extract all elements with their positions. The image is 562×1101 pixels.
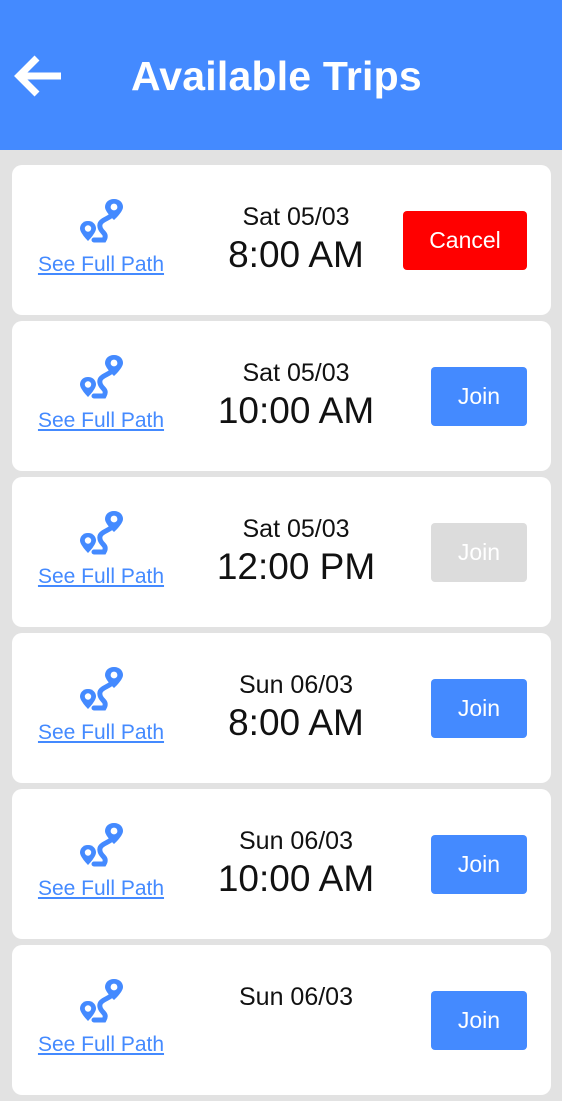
trip-date: Sun 06/03 bbox=[239, 827, 353, 855]
trip-card: See Full Path Sat 05/03 8:00 AM Cancel bbox=[12, 165, 551, 315]
path-block: See Full Path bbox=[12, 165, 190, 315]
trip-card: See Full Path Sun 06/03 10:00 AM Join bbox=[12, 789, 551, 939]
join-button[interactable]: Join bbox=[431, 835, 527, 894]
trip-date: Sun 06/03 bbox=[239, 983, 353, 1011]
trip-date: Sat 05/03 bbox=[242, 515, 350, 543]
trip-time-block: Sun 06/03 10:00 AM bbox=[190, 825, 402, 901]
page-title: Available Trips bbox=[131, 53, 422, 99]
trip-date: Sat 05/03 bbox=[242, 203, 350, 231]
trip-time-block: Sat 05/03 8:00 AM bbox=[190, 201, 402, 277]
trip-time: 8:00 AM bbox=[228, 234, 364, 275]
trip-card: See Full Path Sun 06/03 8:00 AM Join bbox=[12, 633, 551, 783]
route-icon[interactable] bbox=[78, 509, 126, 557]
back-button[interactable] bbox=[8, 48, 68, 104]
see-full-path-link[interactable]: See Full Path bbox=[12, 409, 190, 433]
join-button-disabled: Join bbox=[431, 523, 527, 582]
path-block: See Full Path bbox=[12, 633, 190, 783]
see-full-path-link[interactable]: See Full Path bbox=[12, 877, 190, 901]
route-icon[interactable] bbox=[78, 821, 126, 869]
route-icon[interactable] bbox=[78, 197, 126, 245]
trip-time: 10:00 AM bbox=[217, 390, 375, 431]
path-block: See Full Path bbox=[12, 477, 190, 627]
path-block: See Full Path bbox=[12, 789, 190, 939]
path-block: See Full Path bbox=[12, 321, 190, 471]
trip-card: See Full Path Sat 05/03 12:00 PM Join bbox=[12, 477, 551, 627]
see-full-path-link[interactable]: See Full Path bbox=[12, 1033, 190, 1057]
trip-card: See Full Path Sat 05/03 10:00 AM Join bbox=[12, 321, 551, 471]
trip-time-block: Sat 05/03 12:00 PM bbox=[190, 513, 402, 589]
see-full-path-link[interactable]: See Full Path bbox=[12, 721, 190, 745]
route-icon[interactable] bbox=[78, 353, 126, 401]
trip-date: Sat 05/03 bbox=[242, 359, 350, 387]
cancel-button[interactable]: Cancel bbox=[403, 211, 527, 270]
route-icon[interactable] bbox=[78, 977, 126, 1025]
trip-list: See Full Path Sat 05/03 8:00 AM Cancel S… bbox=[12, 165, 551, 1101]
trip-time-block: Sun 06/03 bbox=[190, 981, 402, 1013]
app-bar: Available Trips bbox=[0, 0, 562, 150]
trip-time-block: Sat 05/03 10:00 AM bbox=[190, 357, 402, 433]
join-button[interactable]: Join bbox=[431, 367, 527, 426]
trip-date: Sun 06/03 bbox=[239, 671, 353, 699]
trip-time: 10:00 AM bbox=[217, 858, 375, 899]
path-block: See Full Path bbox=[12, 945, 190, 1095]
see-full-path-link[interactable]: See Full Path bbox=[12, 565, 190, 589]
route-icon[interactable] bbox=[78, 665, 126, 713]
join-button[interactable]: Join bbox=[431, 679, 527, 738]
trip-card: See Full Path Sun 06/03 Join bbox=[12, 945, 551, 1095]
trip-time: 12:00 PM bbox=[216, 546, 376, 587]
see-full-path-link[interactable]: See Full Path bbox=[12, 253, 190, 277]
arrow-left-icon bbox=[14, 55, 61, 97]
trip-time-block: Sun 06/03 8:00 AM bbox=[190, 669, 402, 745]
trip-time: 8:00 AM bbox=[228, 702, 364, 743]
